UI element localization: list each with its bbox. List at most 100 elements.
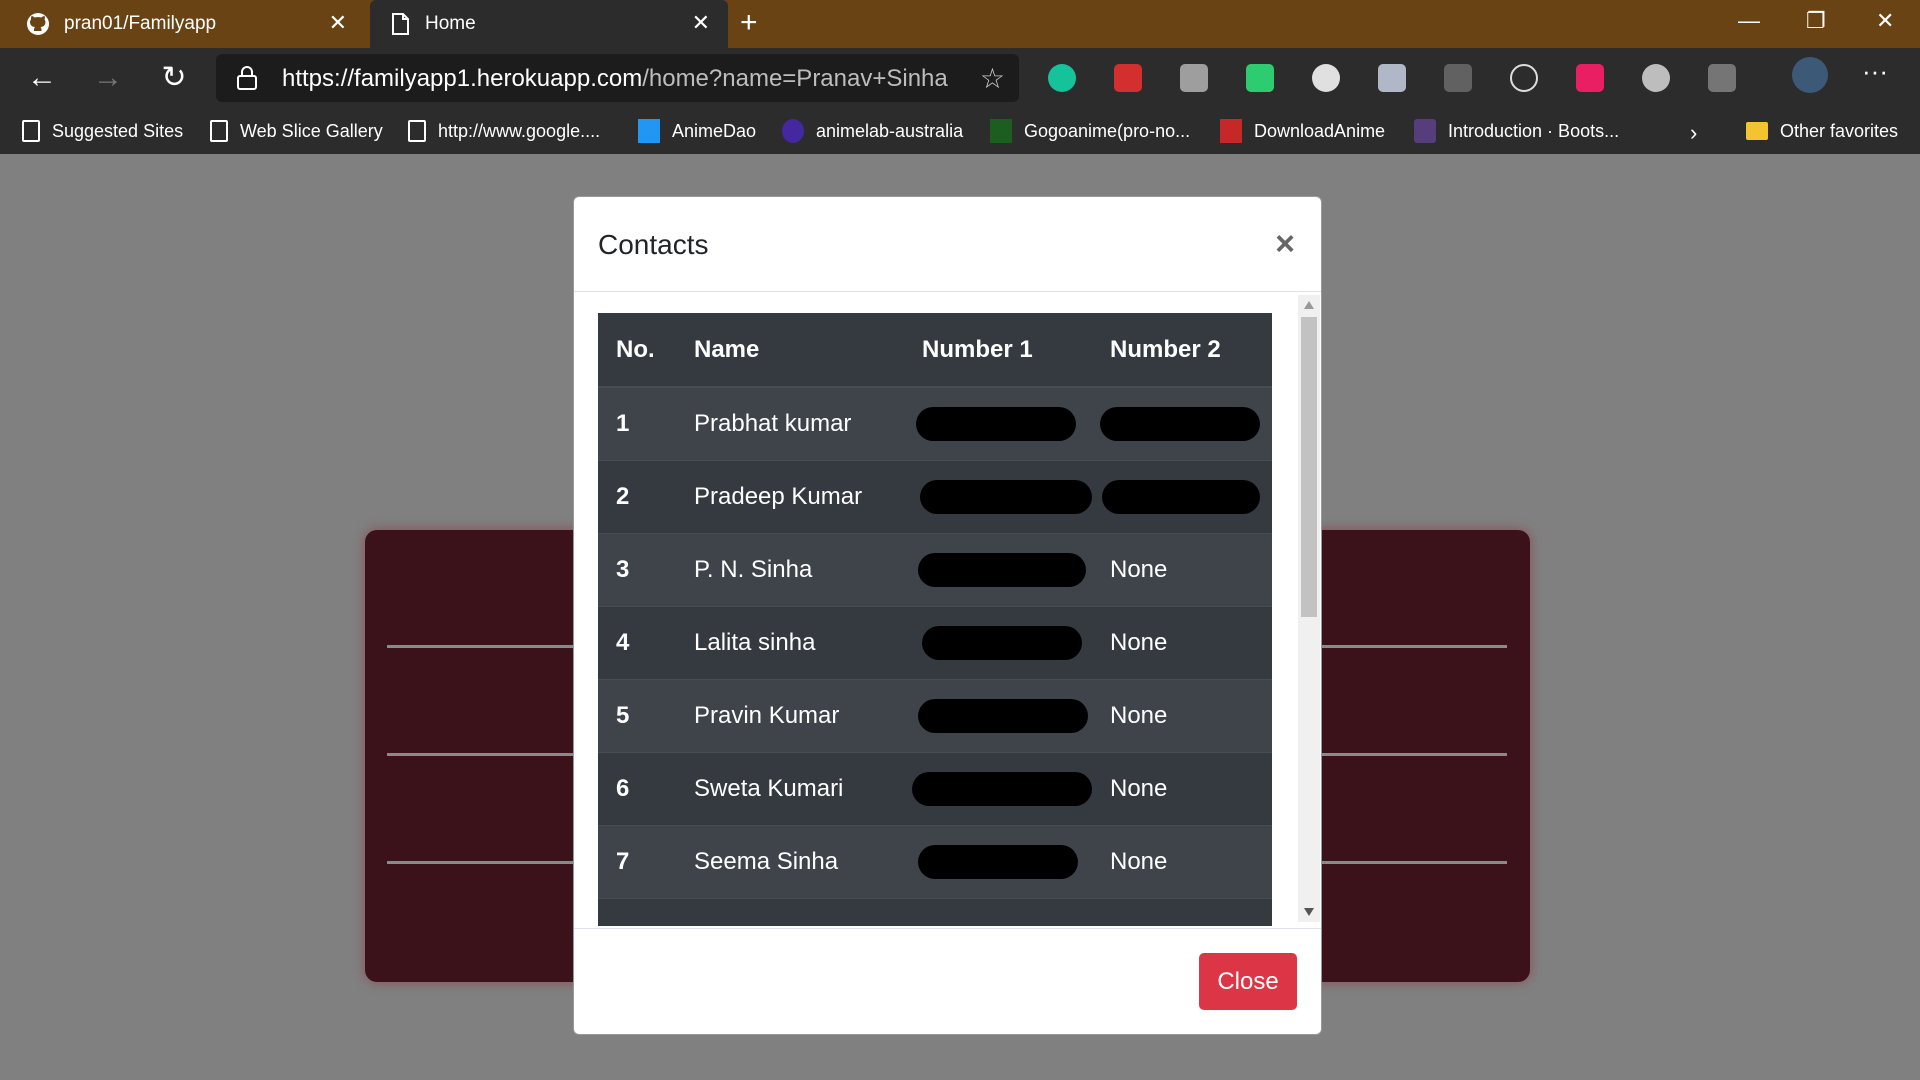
table-row: 3 P. N. Sinha None — [598, 532, 1272, 606]
modal-body: No. Name Number 1 Number 2 1 Prabhat kum… — [574, 293, 1321, 926]
cell-number1 — [904, 897, 1092, 926]
tab-home[interactable]: Home ✕ — [370, 0, 728, 48]
cell-name: Prabhat kumar — [676, 386, 904, 460]
favorite-google[interactable]: http://www.google.... — [408, 116, 600, 146]
forward-icon[interactable]: → — [90, 60, 126, 96]
favorite-label: Introduction · Boots... — [1448, 120, 1620, 141]
close-button[interactable]: Close — [1199, 953, 1297, 1010]
window-close-icon[interactable]: ✕ — [1876, 8, 1894, 34]
url-text: https://familyapp1.herokuapp.com/home?na… — [282, 65, 948, 93]
help-icon[interactable] — [1444, 64, 1472, 92]
tab-title: Home — [425, 13, 476, 34]
cell-number1 — [904, 678, 1092, 752]
contacts-modal: Contacts × No. Name Number 1 Number 2 1 … — [573, 196, 1322, 1035]
favorite-label: Web Slice Gallery — [240, 120, 383, 141]
favorite-star-icon[interactable]: ☆ — [980, 62, 1005, 95]
cell-no: 2 — [598, 459, 676, 533]
restore-icon[interactable]: ❐ — [1806, 8, 1826, 34]
modal-scrollbar[interactable] — [1298, 295, 1320, 922]
favorite-label: AnimeDao — [672, 120, 757, 141]
favorite-suggested-sites[interactable]: Suggested Sites — [22, 116, 183, 146]
tab-familyapp-repo[interactable]: pran01/Familyapp ✕ — [0, 0, 365, 48]
close-icon[interactable]: ✕ — [692, 12, 710, 34]
grammarly-icon[interactable] — [1048, 64, 1076, 92]
gogoanime-icon — [990, 119, 1012, 143]
cell-no — [598, 897, 676, 926]
redaction-mark — [922, 625, 1082, 660]
play-icon[interactable] — [1642, 64, 1670, 92]
redaction-mark — [920, 479, 1092, 514]
table-row: 1 Prabhat kumar — [598, 386, 1272, 460]
extension-icon[interactable] — [1246, 64, 1274, 92]
favorites-bar: Suggested Sites Web Slice Gallery http:/… — [0, 108, 1920, 154]
favorite-label: http://www.google.... — [438, 120, 601, 141]
speedometer-icon[interactable] — [1312, 64, 1340, 92]
browser-toolbar: ← → ↻ https://familyapp1.herokuapp.com/h… — [0, 48, 1920, 108]
lastpass-icon[interactable] — [1114, 64, 1142, 92]
cell-name: P. N. Sinha — [676, 532, 904, 606]
redaction-mark — [916, 406, 1076, 441]
react-icon[interactable] — [1510, 64, 1538, 92]
page-icon — [210, 120, 228, 142]
scroll-down-icon[interactable] — [1304, 908, 1314, 916]
favorite-label: animelab-australia — [816, 120, 964, 141]
more-icon[interactable]: ··· — [1862, 56, 1888, 87]
url-path: /home?name=Pranav+Sinha — [642, 65, 948, 92]
redaction-mark — [912, 771, 1092, 806]
modal-footer: Close — [574, 928, 1321, 1035]
favorite-label: DownloadAnime — [1254, 120, 1386, 141]
new-tab-button[interactable]: + — [740, 8, 758, 38]
favorite-label: Gogoanime(pro-no... — [1024, 120, 1191, 141]
scroll-up-icon[interactable] — [1304, 301, 1314, 309]
cell-name: Sweta Kumari — [676, 751, 904, 825]
cell-number1 — [904, 824, 1092, 898]
minimize-icon[interactable]: — — [1738, 8, 1760, 34]
folder-icon — [1746, 122, 1768, 140]
animedao-icon — [638, 119, 660, 143]
cell-no: 1 — [598, 386, 676, 460]
favorite-bootstrap[interactable]: Introduction · Boots... — [1414, 116, 1619, 146]
redaction-mark — [1100, 406, 1260, 441]
page-icon — [408, 120, 426, 142]
extension-icon[interactable] — [1180, 64, 1208, 92]
table-row — [598, 897, 1272, 926]
url-host: https://familyapp1.herokuapp.com — [282, 65, 643, 92]
modal-close-icon[interactable]: × — [1275, 225, 1295, 264]
address-bar[interactable]: https://familyapp1.herokuapp.com/home?na… — [216, 54, 1019, 102]
avatar[interactable] — [1792, 57, 1828, 93]
cell-no: 6 — [598, 751, 676, 825]
refresh-icon[interactable]: ↻ — [156, 60, 192, 96]
favorite-downloadanime[interactable]: DownloadAnime — [1220, 116, 1385, 146]
cell-no: 7 — [598, 824, 676, 898]
lock-icon — [237, 66, 257, 90]
favorite-label: Suggested Sites — [52, 120, 184, 141]
favorite-other-favorites[interactable]: Other favorites — [1746, 116, 1898, 146]
favorite-web-slice-gallery[interactable]: Web Slice Gallery — [210, 116, 383, 146]
scroll-thumb[interactable] — [1301, 317, 1317, 617]
color-picker-icon[interactable] — [1576, 64, 1604, 92]
table-header-row: No. Name Number 1 Number 2 — [598, 313, 1272, 388]
cell-no: 3 — [598, 532, 676, 606]
table-row: 6 Sweta Kumari None — [598, 751, 1272, 825]
cell-number2 — [1092, 459, 1272, 533]
redaction-mark — [918, 844, 1078, 879]
favorite-animelab[interactable]: animelab-australia — [782, 116, 963, 146]
modal-header: Contacts × — [574, 197, 1321, 292]
cell-name: Pradeep Kumar — [676, 459, 904, 533]
collections-icon[interactable] — [1708, 64, 1736, 92]
back-icon[interactable]: ← — [24, 60, 60, 96]
favorite-gogoanime[interactable]: Gogoanime(pro-no... — [990, 116, 1190, 146]
cell-number1 — [904, 532, 1092, 606]
cell-number2: None — [1092, 824, 1272, 898]
header-number1: Number 1 — [904, 313, 1092, 388]
header-number2: Number 2 — [1092, 313, 1272, 388]
redaction-mark — [918, 698, 1088, 733]
chevron-right-icon[interactable]: › — [1690, 120, 1697, 146]
shield-icon[interactable] — [1378, 64, 1406, 92]
cell-name — [676, 897, 904, 926]
favorite-animedao[interactable]: AnimeDao — [638, 116, 756, 146]
cell-number2: None — [1092, 751, 1272, 825]
cell-number1 — [904, 459, 1092, 533]
close-icon[interactable]: ✕ — [329, 12, 347, 34]
table-row: 5 Pravin Kumar None — [598, 678, 1272, 752]
